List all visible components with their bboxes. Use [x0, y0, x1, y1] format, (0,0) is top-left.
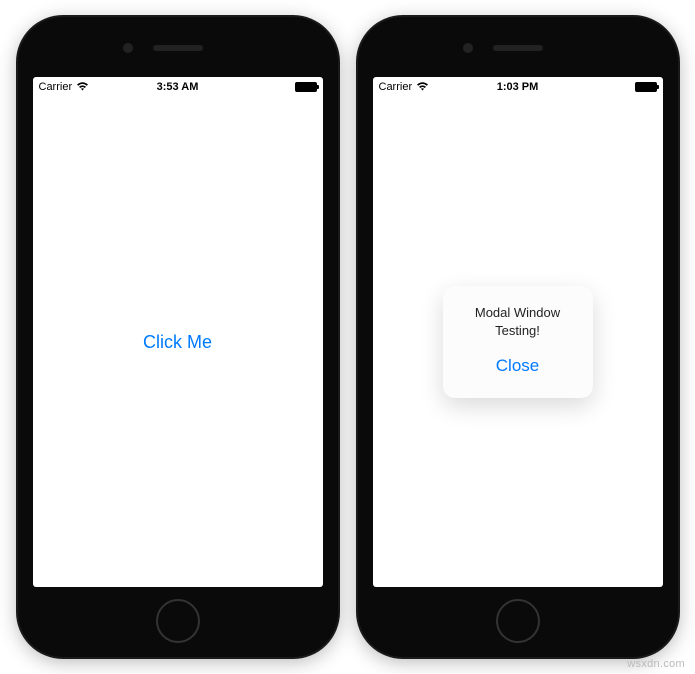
watermark: wsxdn.com — [627, 658, 685, 670]
home-button[interactable] — [156, 599, 200, 643]
status-bar: Carrier 1:03 PM — [373, 77, 663, 97]
carrier-label: Carrier — [379, 81, 413, 93]
wifi-icon — [76, 81, 89, 94]
close-button[interactable]: Close — [496, 356, 539, 376]
status-left: Carrier — [379, 81, 430, 94]
main-content: Modal Window Testing! Close — [373, 97, 663, 587]
modal-message: Modal Window Testing! — [453, 304, 583, 339]
status-left: Carrier — [39, 81, 90, 94]
modal-window: Modal Window Testing! Close — [443, 286, 593, 397]
phone-device-left: Carrier 3:53 AM Click Me — [18, 17, 338, 657]
status-bar: Carrier 3:53 AM — [33, 77, 323, 97]
home-button[interactable] — [496, 599, 540, 643]
click-me-button[interactable]: Click Me — [143, 332, 212, 353]
battery-icon — [635, 82, 657, 92]
status-time: 1:03 PM — [497, 81, 539, 93]
wifi-icon — [416, 81, 429, 94]
screen-right: Carrier 1:03 PM Modal Window Testing! Cl… — [373, 77, 663, 587]
status-right — [635, 82, 657, 92]
screen-left: Carrier 3:53 AM Click Me — [33, 77, 323, 587]
status-right — [295, 82, 317, 92]
main-content: Click Me — [33, 97, 323, 587]
phone-device-right: Carrier 1:03 PM Modal Window Testing! Cl… — [358, 17, 678, 657]
carrier-label: Carrier — [39, 81, 73, 93]
status-time: 3:53 AM — [157, 81, 199, 93]
battery-icon — [295, 82, 317, 92]
